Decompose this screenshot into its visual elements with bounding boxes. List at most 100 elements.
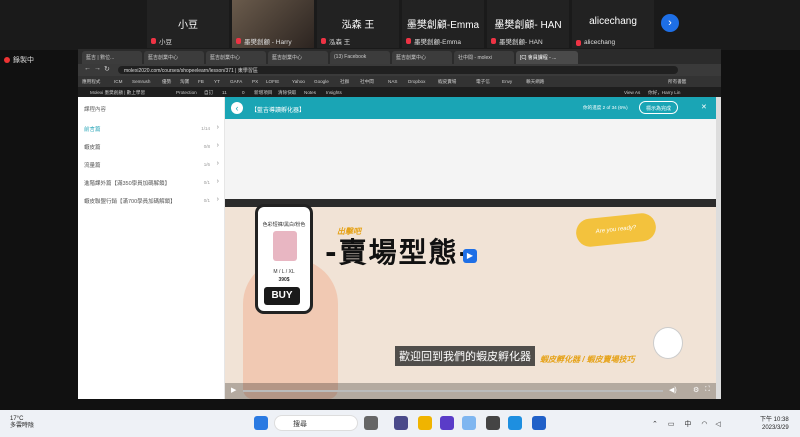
speaker-icon[interactable]: ◁ (715, 421, 720, 428)
bookmark-item[interactable]: 蝦皮賣場 (438, 79, 456, 85)
app-icon[interactable] (440, 416, 454, 430)
language-indicator[interactable]: 中 (684, 421, 691, 428)
bookmark-item[interactable]: PX (252, 79, 258, 84)
participant-video-tile[interactable]: 墨樊創顧 - Harry (232, 0, 314, 48)
chapter-item[interactable]: 前言篇 1/14 › (84, 124, 220, 135)
play-icon[interactable]: ▶ (463, 249, 477, 263)
seek-bar[interactable] (243, 390, 663, 392)
participant-label: 小豆 (159, 39, 172, 46)
fullscreen-icon[interactable]: ⛶ (705, 386, 710, 394)
browser-tab[interactable]: 藍吉創業中心 (144, 51, 204, 64)
bookmark-item[interactable]: 社群 (340, 79, 349, 85)
zoom-icon[interactable] (532, 416, 546, 430)
play-control-icon[interactable]: ▶ (231, 386, 236, 394)
edge-icon[interactable] (508, 416, 522, 430)
bookmark-item[interactable]: 淘寶 (180, 79, 189, 85)
system-tray[interactable]: ⌃ ▭ 中 ◠ ◁ (652, 419, 721, 429)
bookmark-item[interactable]: FB (198, 79, 204, 84)
bookmark-item[interactable]: 所有書籤 (668, 79, 686, 85)
bookmark-item[interactable]: Google (314, 79, 329, 84)
toolbar-item[interactable]: 0 (242, 90, 245, 95)
bookmark-item[interactable]: Envy (502, 79, 512, 84)
muted-mic-icon (491, 38, 496, 44)
chapter-item[interactable]: 蝦皮聯盟行銷【滿700學員加碼解鎖】 0/1 › (84, 196, 220, 207)
chapter-count: 1/14 (201, 126, 210, 131)
chapter-item[interactable]: 蝦皮篇 0/8 › (84, 142, 220, 153)
complete-label: 標示為完成 (646, 106, 672, 112)
bookmark-item[interactable]: 應用程式 (82, 79, 100, 85)
bookmark-item[interactable]: NAS (388, 79, 397, 84)
participant-tile[interactable]: alicechang alicechang (572, 0, 654, 48)
browser-tab[interactable]: 藍吉創業中心 (268, 51, 328, 64)
bookmark-item[interactable]: GAFA (230, 79, 242, 84)
url-field[interactable]: molexi2020.com/courses/shopeelearn/lesso… (118, 66, 678, 74)
bookmark-item[interactable]: ICM (114, 79, 122, 84)
toolbar-item[interactable]: 自訂 (204, 90, 213, 96)
bookmark-item[interactable]: 社中間 (360, 79, 374, 85)
chapter-count: 0/1 (203, 180, 210, 185)
bookmark-item[interactable]: Semrush (132, 79, 150, 84)
toolbar-item[interactable]: Protection (176, 90, 197, 95)
browser-tab-active[interactable]: [C] 會員課程 - ... (516, 51, 578, 64)
toolbar-item[interactable]: 清除快取 (278, 90, 296, 96)
browser-tab[interactable]: 藍吉 | 數位... (82, 51, 142, 64)
participant-name: 墨樊創顧- HAN (494, 20, 562, 31)
user-greeting[interactable]: 你好，Harry Lin (648, 90, 680, 96)
participant-tile[interactable]: 墨樊創顧- HAN 墨樊創顧- HAN (487, 0, 569, 48)
display-icon[interactable]: ▭ (668, 421, 675, 428)
back-button[interactable]: ‹ (231, 102, 243, 114)
bookmark-item[interactable]: LOFIE (266, 79, 279, 84)
browser-tab[interactable]: 藍吉創業中心 (206, 51, 266, 64)
weather-widget[interactable]: 17°C 多雲時陰 (10, 416, 34, 430)
app-icon[interactable] (486, 416, 500, 430)
weather-desc: 多雲時陰 (10, 423, 35, 429)
back-arrow-icon[interactable]: ← (84, 65, 91, 72)
slogan-text: -賣場型態- (325, 236, 473, 269)
toolbar-item[interactable]: View As (624, 90, 640, 95)
toolbar-item[interactable]: Notes (304, 90, 316, 95)
bookmark-item[interactable]: 電子信 (476, 79, 490, 85)
video-player[interactable]: 色彩短褲/黑白/粉色 M / L / XL 390$ BUY 出擊吧 -賣場型態… (225, 199, 716, 399)
bookmark-item[interactable]: 優勢 (162, 79, 171, 85)
volume-icon[interactable]: ◀) (669, 386, 677, 394)
bookmark-item[interactable]: Yahoo (292, 79, 305, 84)
toolbar-item[interactable]: Insights (326, 90, 342, 95)
chapter-item[interactable]: 流量篇 1/6 › (84, 160, 220, 171)
participant-tile[interactable]: 泓森 王 泓森 王 (317, 0, 399, 48)
bookmark-item[interactable]: Dropbox (408, 79, 425, 84)
site-name[interactable]: Molexi 墨樊創顧 | 數上學習 (90, 90, 145, 96)
folder-icon[interactable] (418, 416, 432, 430)
chevron-right-icon: › (216, 142, 219, 149)
participant-tile[interactable]: 墨樊創顧-Emma 墨樊創顧-Emma (402, 0, 484, 48)
bookmark-item[interactable]: YT (214, 79, 220, 84)
forward-arrow-icon[interactable]: → (94, 65, 101, 72)
windows-start-icon[interactable] (254, 416, 268, 430)
toolbar-item[interactable]: 11 (222, 90, 227, 95)
phone-mockup: 色彩短褲/黑白/粉色 M / L / XL 390$ BUY (255, 204, 313, 314)
brand-tag: 蝦皮孵化器 / 蝦皮賣場技巧 (540, 355, 635, 364)
app-icon[interactable] (364, 416, 378, 430)
participant-name: alicechang (589, 16, 637, 27)
close-icon[interactable]: ✕ (701, 103, 707, 111)
next-participants-button[interactable]: › (661, 14, 679, 32)
reload-icon[interactable]: ↻ (104, 65, 110, 73)
app-icon[interactable] (394, 416, 408, 430)
wifi-icon[interactable]: ◠ (701, 421, 707, 428)
mark-complete-button[interactable]: 標示為完成 (639, 101, 679, 114)
toolbar-item[interactable]: 新增項目 (254, 90, 272, 96)
scrollbar[interactable] (716, 97, 721, 399)
taskbar-search[interactable]: 搜尋 (274, 415, 358, 431)
participant-tile[interactable]: 小豆 小豆 (147, 0, 229, 48)
chapter-item[interactable]: 進階課外篇【滿350學員加碼解鎖】 0/1 › (84, 178, 220, 189)
browser-tab[interactable]: 藍吉創業中心 (392, 51, 452, 64)
bookmark-item[interactable]: 賴天網路 (526, 79, 544, 85)
search-placeholder: 搜尋 (293, 421, 307, 428)
app-icon[interactable] (462, 416, 476, 430)
chevron-up-icon[interactable]: ⌃ (652, 421, 658, 428)
chapter-label: 前言篇 (84, 127, 101, 133)
settings-icon[interactable]: ⚙ (693, 386, 699, 394)
browser-tab[interactable]: (13) Facebook (330, 51, 390, 64)
clock[interactable]: 下午 10:38 2023/3/29 (760, 416, 789, 432)
browser-tab[interactable]: 社中間 - molexi (454, 51, 514, 64)
presenter-avatar (653, 327, 683, 359)
